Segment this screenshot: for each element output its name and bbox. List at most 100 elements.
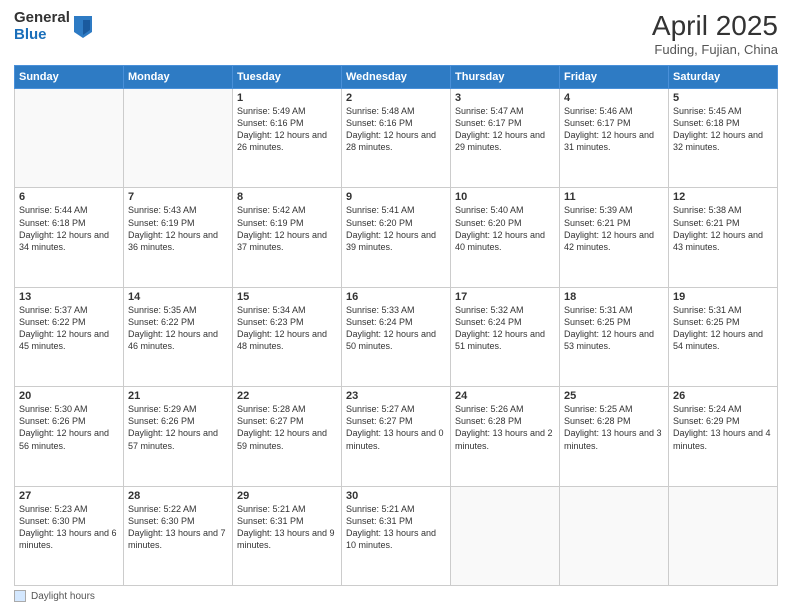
calendar-table: Sunday Monday Tuesday Wednesday Thursday… xyxy=(14,65,778,586)
calendar-week-row: 6Sunrise: 5:44 AMSunset: 6:18 PMDaylight… xyxy=(15,188,778,287)
day-info: Sunrise: 5:30 AMSunset: 6:26 PMDaylight:… xyxy=(19,403,119,452)
table-row: 4Sunrise: 5:46 AMSunset: 6:17 PMDaylight… xyxy=(560,89,669,188)
day-info: Sunrise: 5:26 AMSunset: 6:28 PMDaylight:… xyxy=(455,403,555,452)
col-friday: Friday xyxy=(560,66,669,89)
day-info: Sunrise: 5:34 AMSunset: 6:23 PMDaylight:… xyxy=(237,304,337,353)
day-info: Sunrise: 5:32 AMSunset: 6:24 PMDaylight:… xyxy=(455,304,555,353)
day-info: Sunrise: 5:35 AMSunset: 6:22 PMDaylight:… xyxy=(128,304,228,353)
col-saturday: Saturday xyxy=(669,66,778,89)
main-title: April 2025 xyxy=(652,10,778,42)
day-info: Sunrise: 5:22 AMSunset: 6:30 PMDaylight:… xyxy=(128,503,228,552)
col-tuesday: Tuesday xyxy=(233,66,342,89)
day-number: 4 xyxy=(564,92,664,104)
day-number: 20 xyxy=(19,390,119,402)
day-info: Sunrise: 5:21 AMSunset: 6:31 PMDaylight:… xyxy=(237,503,337,552)
day-number: 5 xyxy=(673,92,773,104)
logo-general: General xyxy=(14,10,70,27)
day-info: Sunrise: 5:38 AMSunset: 6:21 PMDaylight:… xyxy=(673,204,773,253)
day-number: 17 xyxy=(455,291,555,303)
day-info: Sunrise: 5:44 AMSunset: 6:18 PMDaylight:… xyxy=(19,204,119,253)
table-row: 29Sunrise: 5:21 AMSunset: 6:31 PMDayligh… xyxy=(233,486,342,585)
day-info: Sunrise: 5:47 AMSunset: 6:17 PMDaylight:… xyxy=(455,105,555,154)
table-row: 24Sunrise: 5:26 AMSunset: 6:28 PMDayligh… xyxy=(451,387,560,486)
day-number: 3 xyxy=(455,92,555,104)
calendar-week-row: 13Sunrise: 5:37 AMSunset: 6:22 PMDayligh… xyxy=(15,287,778,386)
day-info: Sunrise: 5:25 AMSunset: 6:28 PMDaylight:… xyxy=(564,403,664,452)
table-row: 18Sunrise: 5:31 AMSunset: 6:25 PMDayligh… xyxy=(560,287,669,386)
day-info: Sunrise: 5:23 AMSunset: 6:30 PMDaylight:… xyxy=(19,503,119,552)
daylight-legend-box xyxy=(14,590,26,602)
day-info: Sunrise: 5:39 AMSunset: 6:21 PMDaylight:… xyxy=(564,204,664,253)
title-block: April 2025 Fuding, Fujian, China xyxy=(652,10,778,57)
calendar-week-row: 27Sunrise: 5:23 AMSunset: 6:30 PMDayligh… xyxy=(15,486,778,585)
logo-blue: Blue xyxy=(14,27,70,44)
day-info: Sunrise: 5:42 AMSunset: 6:19 PMDaylight:… xyxy=(237,204,337,253)
table-row: 1Sunrise: 5:49 AMSunset: 6:16 PMDaylight… xyxy=(233,89,342,188)
day-info: Sunrise: 5:45 AMSunset: 6:18 PMDaylight:… xyxy=(673,105,773,154)
day-info: Sunrise: 5:21 AMSunset: 6:31 PMDaylight:… xyxy=(346,503,446,552)
day-info: Sunrise: 5:31 AMSunset: 6:25 PMDaylight:… xyxy=(564,304,664,353)
day-info: Sunrise: 5:43 AMSunset: 6:19 PMDaylight:… xyxy=(128,204,228,253)
day-number: 27 xyxy=(19,490,119,502)
day-number: 24 xyxy=(455,390,555,402)
table-row: 13Sunrise: 5:37 AMSunset: 6:22 PMDayligh… xyxy=(15,287,124,386)
day-number: 16 xyxy=(346,291,446,303)
table-row xyxy=(669,486,778,585)
table-row: 12Sunrise: 5:38 AMSunset: 6:21 PMDayligh… xyxy=(669,188,778,287)
day-number: 7 xyxy=(128,191,228,203)
table-row: 5Sunrise: 5:45 AMSunset: 6:18 PMDaylight… xyxy=(669,89,778,188)
table-row xyxy=(124,89,233,188)
col-thursday: Thursday xyxy=(451,66,560,89)
table-row: 11Sunrise: 5:39 AMSunset: 6:21 PMDayligh… xyxy=(560,188,669,287)
table-row: 6Sunrise: 5:44 AMSunset: 6:18 PMDaylight… xyxy=(15,188,124,287)
day-number: 21 xyxy=(128,390,228,402)
table-row: 2Sunrise: 5:48 AMSunset: 6:16 PMDaylight… xyxy=(342,89,451,188)
day-number: 14 xyxy=(128,291,228,303)
table-row: 10Sunrise: 5:40 AMSunset: 6:20 PMDayligh… xyxy=(451,188,560,287)
day-info: Sunrise: 5:37 AMSunset: 6:22 PMDaylight:… xyxy=(19,304,119,353)
day-number: 13 xyxy=(19,291,119,303)
calendar-header-row: Sunday Monday Tuesday Wednesday Thursday… xyxy=(15,66,778,89)
table-row xyxy=(560,486,669,585)
day-info: Sunrise: 5:24 AMSunset: 6:29 PMDaylight:… xyxy=(673,403,773,452)
day-number: 19 xyxy=(673,291,773,303)
day-number: 18 xyxy=(564,291,664,303)
table-row: 21Sunrise: 5:29 AMSunset: 6:26 PMDayligh… xyxy=(124,387,233,486)
day-info: Sunrise: 5:33 AMSunset: 6:24 PMDaylight:… xyxy=(346,304,446,353)
day-info: Sunrise: 5:40 AMSunset: 6:20 PMDaylight:… xyxy=(455,204,555,253)
day-number: 28 xyxy=(128,490,228,502)
table-row xyxy=(15,89,124,188)
table-row: 23Sunrise: 5:27 AMSunset: 6:27 PMDayligh… xyxy=(342,387,451,486)
day-info: Sunrise: 5:48 AMSunset: 6:16 PMDaylight:… xyxy=(346,105,446,154)
col-wednesday: Wednesday xyxy=(342,66,451,89)
table-row: 27Sunrise: 5:23 AMSunset: 6:30 PMDayligh… xyxy=(15,486,124,585)
col-monday: Monday xyxy=(124,66,233,89)
table-row: 26Sunrise: 5:24 AMSunset: 6:29 PMDayligh… xyxy=(669,387,778,486)
day-info: Sunrise: 5:28 AMSunset: 6:27 PMDaylight:… xyxy=(237,403,337,452)
day-number: 10 xyxy=(455,191,555,203)
table-row: 19Sunrise: 5:31 AMSunset: 6:25 PMDayligh… xyxy=(669,287,778,386)
footer-label: Daylight hours xyxy=(31,591,95,602)
day-info: Sunrise: 5:41 AMSunset: 6:20 PMDaylight:… xyxy=(346,204,446,253)
day-number: 1 xyxy=(237,92,337,104)
day-number: 30 xyxy=(346,490,446,502)
day-number: 22 xyxy=(237,390,337,402)
calendar-week-row: 20Sunrise: 5:30 AMSunset: 6:26 PMDayligh… xyxy=(15,387,778,486)
table-row: 14Sunrise: 5:35 AMSunset: 6:22 PMDayligh… xyxy=(124,287,233,386)
table-row: 7Sunrise: 5:43 AMSunset: 6:19 PMDaylight… xyxy=(124,188,233,287)
table-row: 16Sunrise: 5:33 AMSunset: 6:24 PMDayligh… xyxy=(342,287,451,386)
table-row: 28Sunrise: 5:22 AMSunset: 6:30 PMDayligh… xyxy=(124,486,233,585)
day-info: Sunrise: 5:49 AMSunset: 6:16 PMDaylight:… xyxy=(237,105,337,154)
calendar-week-row: 1Sunrise: 5:49 AMSunset: 6:16 PMDaylight… xyxy=(15,89,778,188)
day-number: 11 xyxy=(564,191,664,203)
table-row: 22Sunrise: 5:28 AMSunset: 6:27 PMDayligh… xyxy=(233,387,342,486)
day-info: Sunrise: 5:27 AMSunset: 6:27 PMDaylight:… xyxy=(346,403,446,452)
logo-icon xyxy=(74,16,92,38)
day-info: Sunrise: 5:31 AMSunset: 6:25 PMDaylight:… xyxy=(673,304,773,353)
subtitle: Fuding, Fujian, China xyxy=(652,42,778,57)
table-row xyxy=(451,486,560,585)
table-row: 15Sunrise: 5:34 AMSunset: 6:23 PMDayligh… xyxy=(233,287,342,386)
day-number: 8 xyxy=(237,191,337,203)
day-number: 9 xyxy=(346,191,446,203)
day-number: 2 xyxy=(346,92,446,104)
